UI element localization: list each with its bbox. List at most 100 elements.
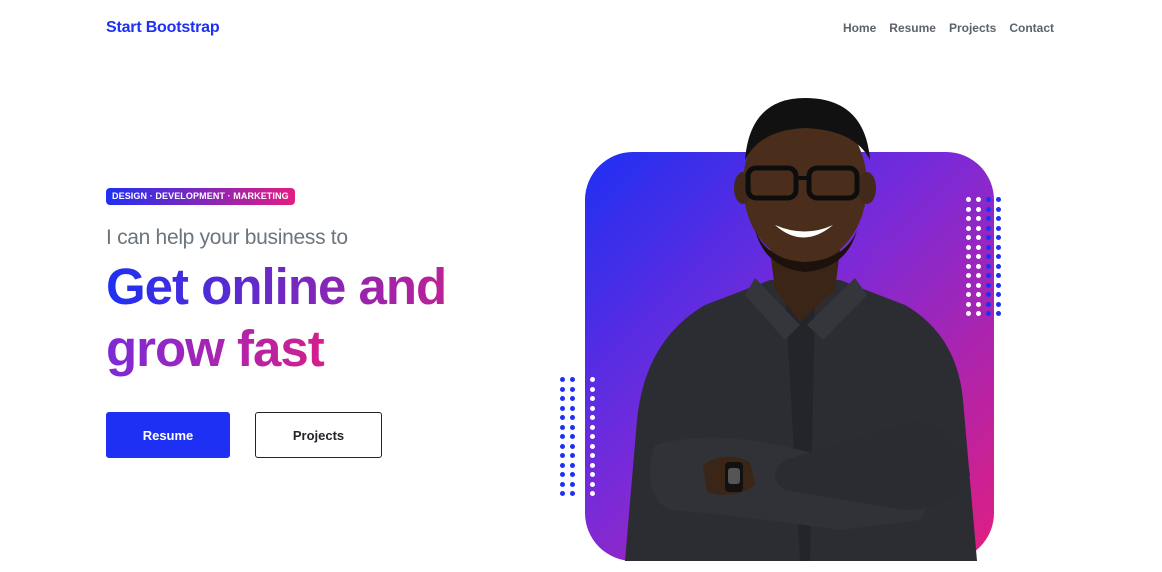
dot	[580, 396, 585, 401]
dot	[966, 273, 971, 278]
dot	[996, 254, 1001, 259]
dot	[986, 225, 991, 231]
profile-photo	[625, 98, 977, 561]
dot	[966, 292, 971, 297]
dot	[590, 462, 595, 468]
dot	[996, 273, 1001, 278]
dot	[590, 396, 595, 401]
dot	[976, 225, 981, 231]
dot	[976, 311, 981, 316]
dot	[976, 197, 981, 202]
projects-button[interactable]: Projects	[255, 412, 382, 458]
dot	[560, 462, 565, 468]
dot	[966, 225, 971, 231]
dot	[590, 424, 595, 430]
dot	[986, 206, 991, 212]
dot	[570, 415, 575, 420]
dot	[966, 263, 971, 269]
dot	[996, 263, 1001, 269]
dot	[560, 386, 565, 392]
navbar: Start Bootstrap Home Resume Projects Con…	[0, 0, 1162, 58]
nav-links: Home Resume Projects Contact	[843, 21, 1054, 35]
dot	[580, 491, 585, 496]
dot	[560, 396, 565, 401]
dot	[976, 273, 981, 278]
hero-headline: Get online and grow fast	[106, 256, 526, 380]
dot	[996, 244, 1001, 250]
dot	[580, 453, 585, 458]
dot	[590, 443, 595, 449]
dot	[966, 282, 971, 288]
dot	[570, 481, 575, 487]
dot	[590, 386, 595, 392]
nav-link-resume[interactable]: Resume	[889, 21, 936, 35]
dot	[976, 292, 981, 297]
dot	[580, 424, 585, 430]
dot	[580, 405, 585, 411]
dot	[590, 481, 595, 487]
dot	[976, 244, 981, 250]
dot	[986, 216, 991, 221]
dot	[966, 311, 971, 316]
nav-link-contact[interactable]: Contact	[1009, 21, 1054, 35]
dot	[986, 273, 991, 278]
dot	[976, 206, 981, 212]
dot	[966, 254, 971, 259]
dot	[966, 301, 971, 307]
dot	[570, 472, 575, 477]
dot	[996, 282, 1001, 288]
dot	[570, 396, 575, 401]
dot	[986, 235, 991, 240]
dot	[976, 263, 981, 269]
dot	[996, 216, 1001, 221]
dot	[570, 405, 575, 411]
brand-link[interactable]: Start Bootstrap	[106, 19, 220, 37]
dot	[590, 415, 595, 420]
dot	[996, 311, 1001, 316]
dot	[996, 235, 1001, 240]
dot	[590, 472, 595, 477]
services-badge: DESIGN · DEVELOPMENT · MARKETING	[106, 188, 295, 205]
dot	[986, 263, 991, 269]
dot	[560, 491, 565, 496]
dot	[976, 235, 981, 240]
nav-link-home[interactable]: Home	[843, 21, 876, 35]
dot	[986, 282, 991, 288]
dot	[986, 197, 991, 202]
dot	[976, 282, 981, 288]
dot	[560, 434, 565, 439]
nav-link-projects[interactable]: Projects	[949, 21, 996, 35]
dot	[976, 254, 981, 259]
dot	[966, 235, 971, 240]
resume-button[interactable]: Resume	[106, 412, 230, 458]
dot	[560, 377, 565, 382]
dot	[570, 462, 575, 468]
dot	[580, 386, 585, 392]
dot	[570, 377, 575, 382]
dot	[976, 301, 981, 307]
dot	[986, 301, 991, 307]
dot	[966, 216, 971, 221]
dot	[580, 462, 585, 468]
hero-profile	[555, 90, 1035, 572]
dot	[590, 405, 595, 411]
dot	[996, 292, 1001, 297]
dot	[580, 472, 585, 477]
dot	[570, 453, 575, 458]
dot	[560, 443, 565, 449]
dot	[966, 244, 971, 250]
dot	[996, 206, 1001, 212]
hero-headline-line1: Get online and	[106, 256, 526, 318]
dot	[560, 472, 565, 477]
dot	[570, 386, 575, 392]
dot	[996, 197, 1001, 202]
dot	[986, 311, 991, 316]
dot	[570, 491, 575, 496]
dot	[560, 481, 565, 487]
dot	[570, 443, 575, 449]
dot	[986, 244, 991, 250]
dot	[560, 424, 565, 430]
hero-lead: I can help your business to	[106, 226, 348, 249]
hero-headline-line2: grow fast	[106, 318, 526, 380]
dot	[580, 443, 585, 449]
